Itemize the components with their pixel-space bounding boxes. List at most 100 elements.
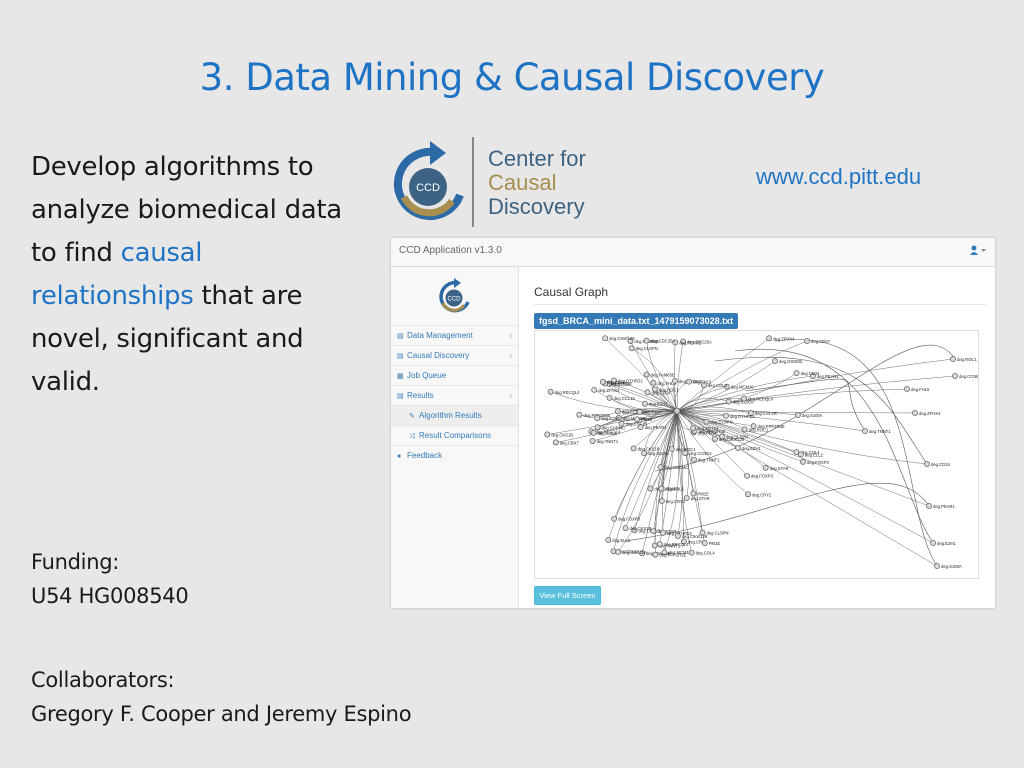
graph-node[interactable] [630, 445, 637, 452]
graph-node[interactable] [628, 345, 635, 352]
graph-node-label: deg.GSDMC [602, 425, 626, 430]
graph-node[interactable] [641, 450, 648, 457]
graph-node[interactable] [591, 386, 598, 393]
graph-node[interactable] [701, 540, 708, 547]
graph-node[interactable] [699, 529, 706, 536]
graph-node[interactable] [735, 445, 741, 451]
graph-node[interactable] [690, 425, 696, 432]
graph-node[interactable] [804, 338, 810, 344]
graph-node[interactable] [772, 358, 778, 364]
graph-node[interactable] [636, 409, 643, 415]
graph-node[interactable] [766, 335, 772, 342]
graph-node[interactable] [650, 528, 657, 534]
graph-node[interactable] [643, 371, 650, 378]
graph-node[interactable] [926, 503, 932, 509]
logo-line-1: Center for [488, 146, 586, 171]
graph-node[interactable] [660, 529, 666, 536]
graph-node[interactable] [658, 498, 665, 504]
graph-node[interactable] [690, 490, 697, 497]
graph-node[interactable] [552, 439, 559, 446]
sidebar-item-algorithm-results[interactable]: ✎ Algorithm Results [391, 405, 518, 425]
graph-node[interactable] [650, 379, 657, 386]
graph-node-label: deg.CRY2 [666, 499, 686, 504]
graph-node[interactable] [924, 461, 930, 467]
sidebar-item-job-queue[interactable]: ▦ Job Queue [391, 365, 518, 385]
graph-node-label: deg.FOXP3 [618, 517, 641, 522]
graph-node[interactable] [800, 458, 806, 465]
graph-node[interactable] [904, 386, 910, 392]
graph-node[interactable] [652, 551, 659, 558]
sidebar-item-results[interactable]: ▤ Results ‹ [391, 385, 518, 405]
ccd-website-link[interactable]: www.ccd.pitt.edu [756, 164, 921, 190]
graph-node[interactable] [703, 418, 710, 425]
graph-node[interactable] [622, 525, 629, 532]
graph-node[interactable] [794, 412, 801, 419]
graph-node[interactable] [682, 450, 689, 457]
sidebar-item-feedback[interactable]: ● Feedback [391, 445, 518, 465]
graph-node[interactable] [544, 431, 551, 438]
graph-node[interactable] [686, 378, 692, 385]
graph-node[interactable] [651, 542, 658, 549]
comment-icon: ● [397, 453, 402, 460]
graph-node-label: deg.CKS1B [629, 526, 651, 531]
graph-node[interactable] [657, 464, 664, 471]
graph-node[interactable] [589, 438, 596, 444]
slide-body-text: Develop algorithms to analyze biomedical… [31, 146, 371, 404]
graph-node[interactable] [637, 424, 644, 431]
graph-node[interactable] [952, 373, 958, 379]
graph-node[interactable] [672, 378, 678, 384]
graph-node[interactable] [934, 563, 940, 569]
graph-node[interactable] [602, 335, 609, 342]
graph-node[interactable] [688, 549, 695, 556]
graph-node[interactable] [793, 370, 800, 377]
graph-node[interactable] [614, 408, 621, 415]
graph-node[interactable] [744, 472, 750, 479]
graph-node[interactable] [723, 412, 729, 419]
graph-node[interactable] [930, 540, 936, 546]
graph-node[interactable] [745, 491, 752, 498]
graph-node[interactable] [615, 549, 622, 555]
file-name-badge: fgsd_BRCA_mini_data.txt_1479159073028.tx… [534, 313, 739, 329]
graph-node[interactable] [798, 451, 804, 458]
graph-node-label: deg.FOXP3 [807, 460, 830, 465]
graph-node[interactable] [605, 537, 612, 543]
sidebar-item-causal-discovery[interactable]: ▤ Causal Discovery ‹ [391, 345, 518, 365]
user-icon[interactable] [969, 244, 987, 258]
graph-node[interactable] [950, 356, 956, 362]
logo-separator [472, 137, 474, 227]
graph-node[interactable] [741, 395, 747, 402]
view-full-screen-button[interactable]: View Full Screen [534, 586, 601, 605]
graph-node[interactable] [762, 464, 769, 471]
graph-node[interactable] [725, 398, 732, 405]
graph-node[interactable] [606, 394, 613, 401]
graph-node[interactable] [547, 388, 554, 395]
graph-node[interactable] [634, 416, 640, 423]
graph-edge [676, 341, 684, 412]
graph-node[interactable] [741, 426, 748, 433]
graph-node-label: deg.RECQL4 [555, 390, 581, 395]
graph-node[interactable] [594, 415, 601, 421]
graph-node[interactable] [644, 389, 651, 396]
sidebar-item-data-management[interactable]: ▤ Data Management ‹ [391, 325, 518, 345]
graph-node[interactable] [590, 429, 597, 436]
graph-node[interactable] [658, 485, 665, 492]
graph-node[interactable] [656, 541, 663, 548]
graph-node[interactable] [712, 436, 718, 442]
graph-node[interactable] [611, 515, 618, 522]
graph-node[interactable] [643, 337, 650, 344]
graph-node[interactable] [641, 400, 648, 407]
graph-node[interactable] [674, 533, 681, 539]
graph-node[interactable] [647, 485, 654, 492]
graph-node[interactable] [594, 424, 601, 431]
graph-node[interactable] [599, 379, 606, 385]
graph-node[interactable] [610, 548, 617, 555]
graph-node[interactable] [862, 428, 868, 434]
graph-hub-node[interactable] [673, 407, 681, 415]
sidebar-item-result-comparisons[interactable]: ⤨ Result Comparisons [391, 425, 518, 445]
graph-node[interactable] [668, 445, 675, 452]
causal-graph-canvas[interactable]: deg.PPP2R5Edeg.CLSPNdeg.RECQL4deg.COL4de… [535, 331, 978, 578]
graph-node[interactable] [576, 411, 583, 418]
graph-node[interactable] [691, 456, 697, 463]
graph-node[interactable] [912, 410, 918, 416]
causal-graph[interactable]: deg.PPP2R5Edeg.CLSPNdeg.RECQL4deg.COL4de… [534, 330, 979, 579]
